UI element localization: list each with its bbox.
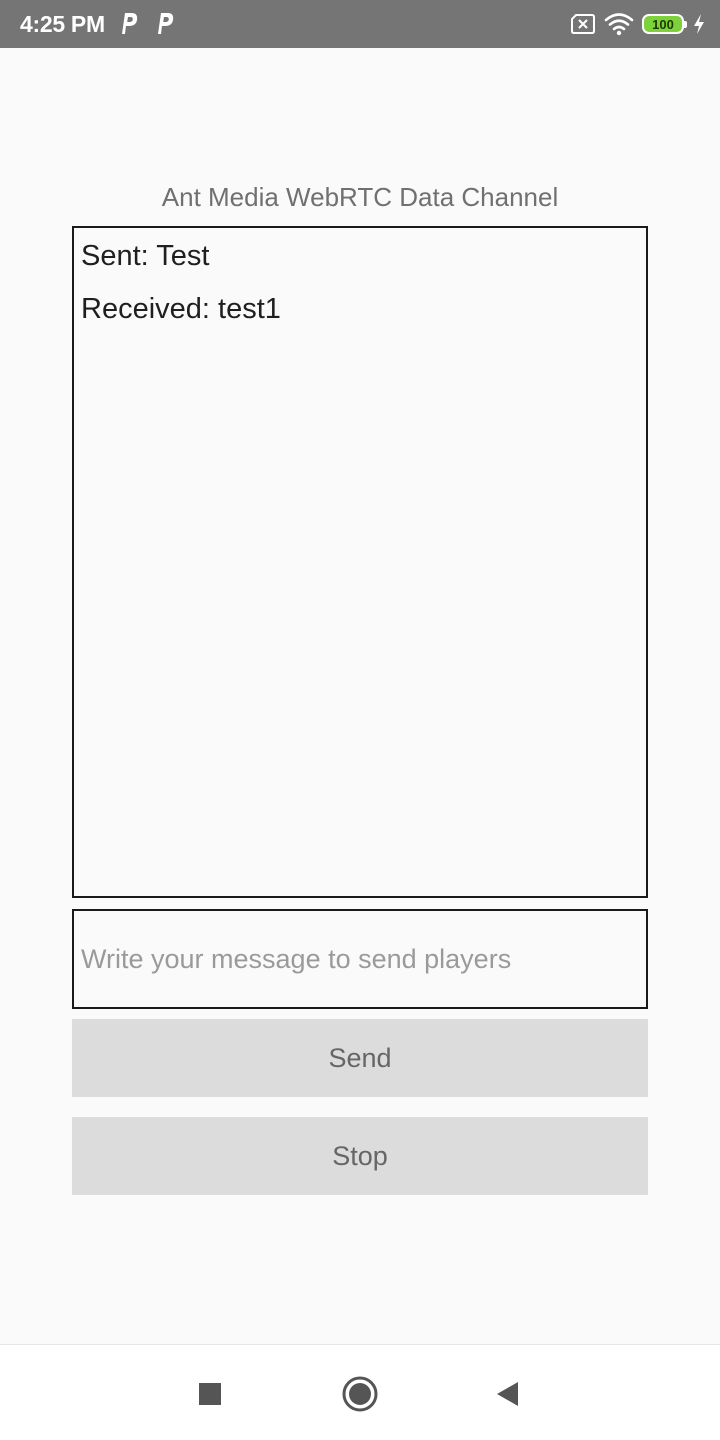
parking-p-icon	[158, 13, 174, 34]
status-icons: 100	[570, 10, 706, 38]
message-log: Sent: Test Received: test1	[72, 226, 648, 898]
status-time: 4:25 PM	[20, 11, 105, 37]
recent-apps-square-icon	[199, 1383, 221, 1405]
home-circle-icon	[342, 1376, 378, 1412]
battery-level: 100	[652, 16, 674, 32]
page-title: Ant Media WebRTC Data Channel	[161, 182, 559, 212]
status-bar: 4:25 PM 100	[0, 0, 720, 48]
recent-apps-button[interactable]	[187, 1371, 233, 1417]
log-line-received: Received: test1	[81, 293, 281, 325]
app-screen: 4:25 PM 100 Ant Media WebRTC Data Channe…	[0, 0, 720, 1440]
battery-icon: 100	[642, 14, 687, 34]
back-triangle-icon	[497, 1382, 518, 1406]
sim-off-icon	[571, 14, 595, 34]
home-button[interactable]	[337, 1371, 383, 1417]
log-line-sent: Sent: Test	[81, 240, 210, 272]
back-button[interactable]	[484, 1371, 530, 1417]
stop-button[interactable]: Stop	[72, 1117, 648, 1195]
parking-p-icon	[122, 13, 138, 34]
navigation-bar	[0, 1344, 720, 1440]
send-button[interactable]: Send	[72, 1019, 648, 1097]
charging-icon	[694, 14, 704, 34]
wifi-icon	[604, 13, 634, 36]
message-input[interactable]	[72, 909, 648, 1009]
